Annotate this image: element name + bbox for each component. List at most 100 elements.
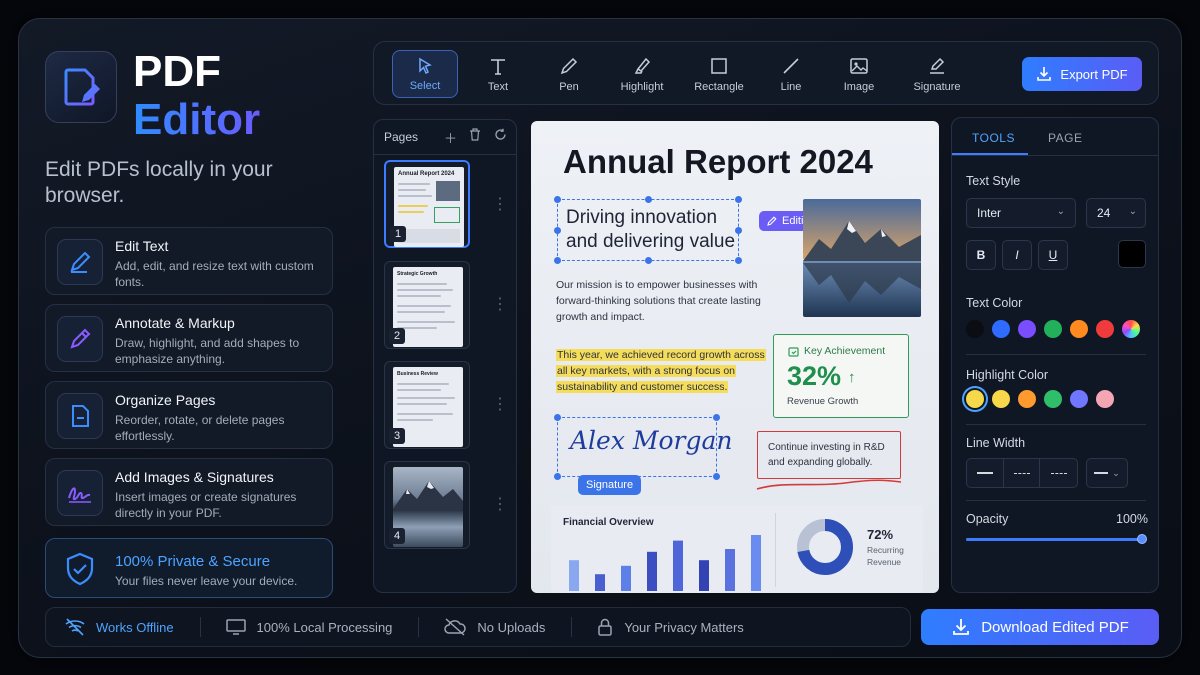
tool-line[interactable]: Line: [758, 50, 824, 98]
add-page-icon[interactable]: ＋: [444, 128, 457, 147]
signature-text[interactable]: Alex Morgan: [570, 426, 733, 455]
color-swatch[interactable]: [1070, 320, 1088, 338]
color-swatch[interactable]: [1018, 320, 1036, 338]
text-style-label: Text Style: [966, 174, 1021, 188]
delete-page-icon[interactable]: [469, 128, 481, 144]
highlighter-icon: [634, 57, 651, 74]
financial-bar: [699, 560, 709, 591]
opacity-slider-track[interactable]: [966, 534, 1147, 544]
financial-overview-card[interactable]: Financial Overview 72% Recurring Revenue: [551, 505, 923, 593]
resize-handle[interactable]: [713, 473, 720, 480]
color-swatch[interactable]: [1096, 320, 1114, 338]
text-selection-box[interactable]: Driving innovation and delivering value: [554, 196, 742, 264]
status-local: 100% Local Processing: [225, 617, 420, 637]
tool-pen[interactable]: Pen: [536, 50, 602, 98]
line-width-select[interactable]: ⌄: [1086, 458, 1128, 488]
page-menu-icon[interactable]: ⋮: [492, 297, 508, 313]
color-swatch[interactable]: [1044, 320, 1062, 338]
rotate-page-icon[interactable]: [494, 128, 507, 144]
pages-header: Pages: [384, 130, 419, 144]
color-swatch[interactable]: [1044, 390, 1062, 408]
line-dashed-option[interactable]: [1004, 459, 1041, 487]
color-swatch[interactable]: [1018, 390, 1036, 408]
page-menu-icon[interactable]: ⋮: [492, 197, 508, 213]
tab-page[interactable]: PAGE: [1048, 131, 1082, 145]
tool-signature[interactable]: Signature: [902, 50, 972, 98]
opacity-slider-thumb[interactable]: [1137, 534, 1147, 544]
page-number: 3: [389, 428, 405, 444]
resize-handle[interactable]: [735, 196, 742, 203]
font-size-select[interactable]: 24 ⌄: [1086, 198, 1146, 228]
export-pdf-button[interactable]: Export PDF: [1022, 57, 1142, 91]
pencil-icon: [57, 239, 103, 285]
page-thumbnail-4[interactable]: 4: [384, 461, 470, 549]
color-swatch[interactable]: [1070, 390, 1088, 408]
download-button[interactable]: Download Edited PDF: [921, 609, 1159, 645]
heading-line1[interactable]: Driving innovation: [566, 206, 717, 230]
tool-select[interactable]: Select: [392, 50, 458, 98]
line-solid-option[interactable]: [967, 459, 1004, 487]
resize-handle[interactable]: [735, 257, 742, 264]
highlighted-text[interactable]: This year, we achieved record growth acr…: [556, 349, 766, 393]
financial-bar: [569, 560, 579, 591]
lock-icon: [598, 618, 613, 636]
tool-rectangle[interactable]: Rectangle: [684, 50, 754, 98]
mission-paragraph[interactable]: Our mission is to empower businesses wit…: [556, 277, 776, 325]
rd-note-box[interactable]: Continue investing in R&D and expanding …: [757, 431, 901, 479]
italic-button[interactable]: I: [1002, 240, 1032, 270]
key-achievement-card[interactable]: Key Achievement 32% ↑ Revenue Growth: [773, 334, 909, 418]
color-swatch[interactable]: [966, 390, 984, 408]
resize-handle[interactable]: [554, 257, 561, 264]
feature-title: Add Images & Signatures: [115, 469, 274, 485]
page-number: 2: [389, 328, 405, 344]
custom-color-swatch[interactable]: [1122, 320, 1140, 338]
pen-icon: [57, 316, 103, 362]
heading-line2[interactable]: and delivering value: [566, 230, 735, 254]
document-title[interactable]: Annual Report 2024: [563, 143, 873, 181]
app-window: PDF Editor Edit PDFs locally in your bro…: [18, 18, 1182, 658]
color-swatch[interactable]: [992, 320, 1010, 338]
resize-handle[interactable]: [735, 227, 742, 234]
resize-handle[interactable]: [713, 414, 720, 421]
line-dotted-option[interactable]: [1040, 459, 1077, 487]
download-icon: [953, 619, 970, 635]
resize-handle[interactable]: [554, 414, 561, 421]
document-canvas[interactable]: Annual Report 2024 Driving innovation an…: [531, 121, 939, 593]
page-menu-icon[interactable]: ⋮: [492, 497, 508, 513]
page-menu-icon[interactable]: ⋮: [492, 397, 508, 413]
feature-images-signatures: Add Images & Signatures Insert images or…: [45, 458, 333, 526]
donut-percent: 72%: [867, 527, 894, 542]
color-swatch[interactable]: [992, 390, 1010, 408]
font-family-select[interactable]: Inter ⌄: [966, 198, 1076, 228]
thumb-title: Annual Report 2024: [398, 171, 455, 177]
tool-highlight[interactable]: Highlight: [609, 50, 675, 98]
underline-button[interactable]: U: [1038, 240, 1068, 270]
financial-bar: [751, 535, 761, 591]
tab-tools[interactable]: TOOLS: [972, 131, 1015, 145]
resize-handle[interactable]: [645, 257, 652, 264]
status-offline: Works Offline: [64, 617, 201, 637]
resize-handle[interactable]: [645, 196, 652, 203]
signature-selection-box[interactable]: Alex Morgan: [554, 414, 733, 480]
color-swatch[interactable]: [966, 320, 984, 338]
lake-mountain-image[interactable]: [803, 199, 921, 317]
resize-handle[interactable]: [554, 196, 561, 203]
cloud-off-icon: [444, 618, 467, 636]
badge-icon: [788, 347, 799, 357]
page-number: 4: [389, 528, 405, 544]
export-label: Export PDF: [1060, 66, 1128, 82]
highlighted-paragraph[interactable]: This year, we achieved record growth acr…: [556, 347, 768, 395]
color-swatch[interactable]: [1096, 390, 1114, 408]
resize-handle[interactable]: [554, 473, 561, 480]
signature-tag: Signature: [578, 475, 642, 495]
tool-text[interactable]: Text: [465, 50, 531, 98]
page-thumbnail-1[interactable]: Annual Report 2024 1: [384, 160, 470, 248]
page-thumbnail-2[interactable]: Strategic Growth 2: [384, 261, 470, 349]
bold-button[interactable]: B: [966, 240, 996, 270]
page-thumbnail-3[interactable]: Business Review 3: [384, 361, 470, 449]
financial-bar: [621, 565, 631, 591]
tool-image[interactable]: Image: [826, 50, 892, 98]
image-icon: [850, 57, 868, 74]
current-color-swatch[interactable]: [1118, 240, 1146, 268]
resize-handle[interactable]: [554, 227, 561, 234]
